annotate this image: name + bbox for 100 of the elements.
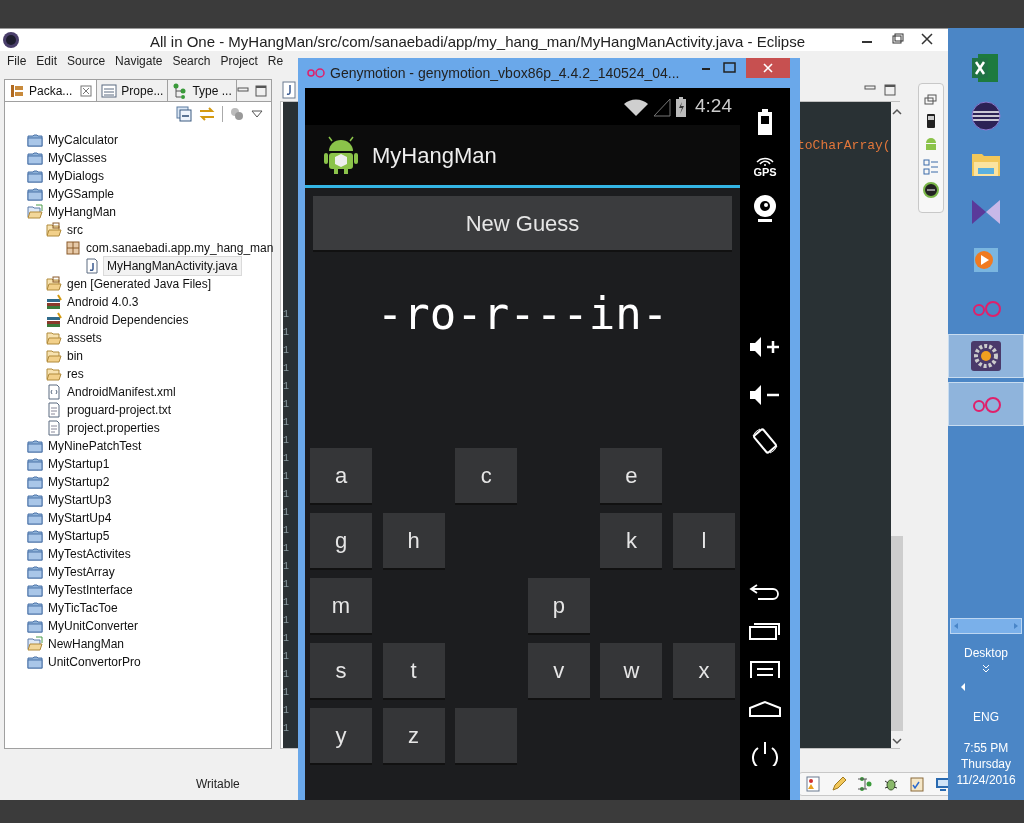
tree-item[interactable]: project.properties (65, 418, 162, 438)
menu-item[interactable]: Search (172, 52, 211, 70)
tree-item[interactable]: Android Dependencies (65, 310, 191, 330)
gps-control[interactable]: GPS (753, 156, 777, 178)
collapse-all-icon[interactable] (176, 106, 192, 122)
language-indicator[interactable]: ENG (948, 708, 1024, 726)
tree-item[interactable]: MyHangManActivity.java (103, 256, 242, 276)
letter-key[interactable]: e (600, 448, 663, 503)
volume-down-icon[interactable] (749, 384, 781, 406)
toolbar-label[interactable]: Desktop (948, 644, 1024, 662)
tree-item[interactable]: com.sanaebadi.app.my_hang_man (84, 238, 276, 258)
letter-key[interactable]: s (310, 643, 372, 698)
branch-icon[interactable] (856, 775, 873, 792)
outline-icon[interactable] (923, 159, 939, 175)
menu-item[interactable]: Source (67, 52, 106, 70)
phone-icon[interactable] (925, 113, 937, 129)
tree-item[interactable]: MyStartup2 (46, 472, 112, 492)
volume-up-icon[interactable] (749, 336, 781, 358)
menu-item[interactable]: Navigate (115, 52, 163, 70)
tree-item[interactable]: MyTestActivites (46, 544, 133, 564)
letter-key[interactable]: m (310, 578, 372, 633)
letter-key[interactable]: v (527, 643, 590, 698)
menu-item[interactable]: File (7, 52, 27, 70)
letter-key[interactable]: x (672, 643, 735, 698)
word-display: -ro-r---in- (375, 288, 670, 340)
tree-item[interactable]: bin (65, 346, 85, 366)
tree-item[interactable]: NewHangMan (46, 634, 127, 654)
tree-item[interactable]: Android 4.0.3 (65, 292, 141, 312)
tree-item[interactable]: MyGSample (46, 184, 117, 204)
view-menu-icon[interactable] (251, 109, 263, 119)
tree-item[interactable]: MyDialogs (46, 166, 106, 186)
battery-icon[interactable] (757, 108, 773, 136)
pencil-icon[interactable] (830, 775, 847, 792)
letter-key[interactable]: g (310, 513, 372, 568)
menu-item[interactable]: Edit (36, 52, 58, 70)
clock-day[interactable]: Thursday (948, 756, 1024, 772)
tree-item[interactable]: MyStartup5 (46, 526, 112, 546)
letter-key[interactable]: c (455, 448, 518, 503)
expand-icon[interactable] (982, 664, 990, 674)
tree-item[interactable]: MyTestArray (46, 562, 117, 582)
restore-icon[interactable] (924, 94, 938, 106)
home-icon[interactable] (749, 700, 781, 718)
view-tab[interactable]: Packa... (5, 80, 98, 101)
rotate-icon[interactable] (750, 426, 780, 456)
tree-item[interactable]: MyTestInterface (46, 580, 135, 600)
checklist-icon[interactable] (908, 775, 925, 792)
maximize-button[interactable] (255, 84, 267, 97)
recent-apps-icon[interactable] (749, 620, 781, 640)
clock-date[interactable]: 11/24/2016 (948, 772, 1024, 788)
line-number: 1 (283, 650, 289, 664)
menu-item[interactable]: Re (267, 52, 284, 70)
tree-item[interactable]: gen [Generated Java Files] (65, 274, 214, 294)
show-hidden-icon[interactable] (960, 682, 966, 692)
tree-item[interactable]: MyStartUp4 (46, 508, 114, 528)
tree-item[interactable]: MyCalculator (46, 130, 121, 150)
tree-item[interactable]: MyTicTacToe (46, 598, 120, 618)
tree-item[interactable]: MyStartUp3 (46, 490, 114, 510)
menu-item[interactable]: Project (220, 52, 258, 70)
tree-item[interactable]: MyNinePatchTest (46, 436, 144, 456)
tree-item[interactable]: proguard-project.txt (65, 400, 174, 420)
tree-item[interactable]: assets (65, 328, 104, 348)
letter-key[interactable]: a (310, 448, 372, 503)
clock-time[interactable]: 7:55 PM (948, 740, 1024, 756)
scroll-up-icon[interactable] (891, 108, 902, 116)
tree-item[interactable]: src (65, 220, 85, 240)
filter-icon[interactable] (229, 106, 245, 122)
maximize-button[interactable] (884, 84, 896, 96)
tree-item[interactable]: UnitConvertorPro (46, 652, 143, 672)
letter-key[interactable]: l (672, 513, 735, 568)
menu-icon[interactable] (749, 660, 781, 680)
letter-key[interactable]: t (382, 643, 445, 698)
letter-key[interactable]: y (310, 708, 372, 763)
letter-key[interactable]: k (600, 513, 663, 568)
letter-key[interactable]: w (600, 643, 663, 698)
tree-item[interactable]: MyUnitConverter (46, 616, 141, 636)
line-number: 1 (283, 614, 289, 628)
file-icon (46, 420, 62, 436)
tree-item[interactable]: MyStartup1 (46, 454, 112, 474)
new-guess-button[interactable]: New Guess (313, 196, 732, 250)
clipboard-icon[interactable] (804, 775, 821, 792)
link-arrows-icon[interactable] (198, 106, 216, 122)
letter-key[interactable]: h (382, 513, 445, 568)
letter-key[interactable]: p (527, 578, 590, 633)
tree-item[interactable]: MyHangMan (46, 202, 119, 222)
tree-item[interactable]: res (65, 364, 86, 384)
close-icon[interactable] (80, 84, 93, 97)
monitor-icon[interactable] (934, 775, 951, 792)
letter-key[interactable]: z (382, 708, 445, 763)
webcam-icon[interactable] (752, 194, 778, 224)
taskbar-button[interactable] (948, 334, 1024, 378)
console-icon[interactable] (923, 182, 939, 198)
android-icon (323, 135, 359, 175)
back-icon[interactable] (749, 582, 781, 600)
file-icon[interactable] (282, 81, 296, 99)
tree-item[interactable]: AndroidManifest.xml (65, 382, 178, 402)
tree-item[interactable]: MyClasses (46, 148, 109, 168)
folder-icon (27, 186, 43, 202)
folder-icon (27, 474, 43, 490)
scroll-down-icon[interactable] (891, 737, 902, 745)
power-icon[interactable] (749, 740, 781, 766)
